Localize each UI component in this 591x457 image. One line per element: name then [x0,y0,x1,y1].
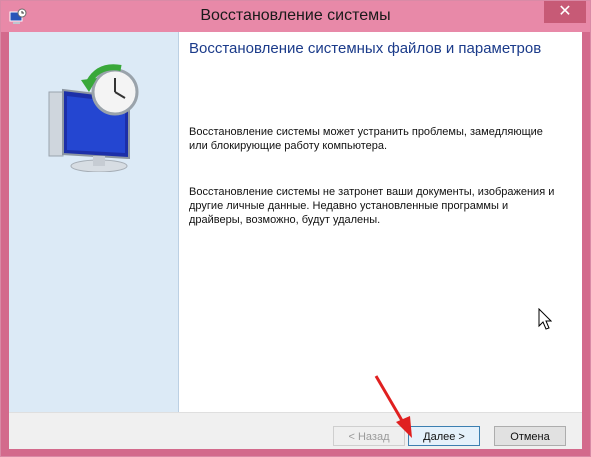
computer-with-clock-restore-icon [48,64,139,172]
page-title: Восстановление системных файлов и параме… [189,40,542,57]
close-button[interactable]: ✕ [544,1,586,23]
title-bar[interactable]: Восстановление системы ✕ [1,1,590,32]
button-bar: < Назад Далее > Отмена [9,412,582,449]
description-paragraph-2: Восстановление системы не затронет ваши … [189,186,555,226]
red-arrow-icon [374,375,412,438]
cancel-button[interactable]: Отмена [494,426,566,446]
dialog-client-area: Восстановление системных файлов и параме… [9,32,582,449]
content-area: Восстановление системных файлов и параме… [189,32,572,412]
system-restore-window: Восстановление системы ✕ Восстановление … [0,0,591,457]
illustration-panel [9,32,179,412]
description-paragraph-1: Восстановление системы может устранить п… [189,126,543,152]
mouse-pointer-icon [538,308,552,330]
window-title: Восстановление системы [200,7,391,24]
